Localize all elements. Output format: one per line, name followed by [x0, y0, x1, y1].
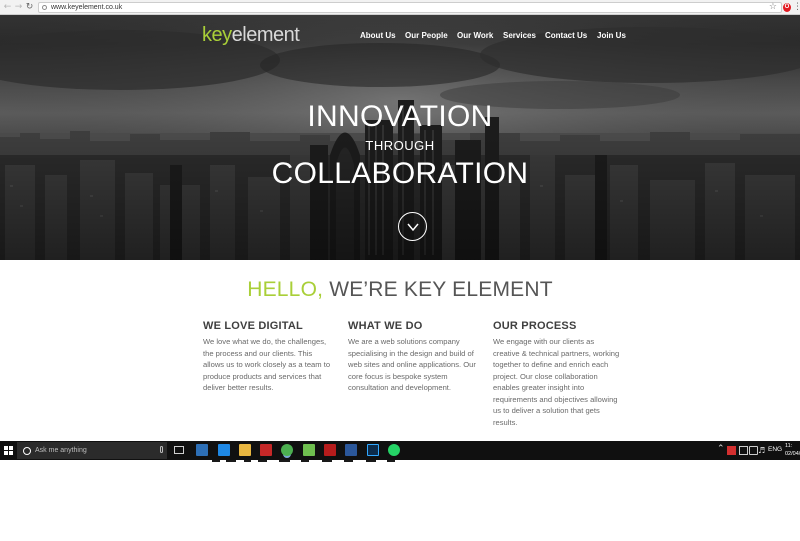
- intro-heading-tagline: WE’RE KEY ELEMENT: [329, 278, 553, 301]
- column-title: WHAT WE DO: [348, 320, 423, 332]
- windows-start-icon[interactable]: [4, 446, 13, 455]
- body-line: consultation and development.: [348, 383, 452, 392]
- cortana-search-box[interactable]: Ask me anything: [17, 442, 167, 459]
- site-header: keyelement About Us Our People Our Work …: [0, 15, 800, 55]
- tray-app-icon[interactable]: [739, 446, 748, 455]
- body-line: core focus is bespoke system: [348, 371, 448, 381]
- ghost-mark: [279, 460, 290, 462]
- body-line: web sites and online applications. Our: [348, 360, 476, 369]
- battery-icon[interactable]: [749, 446, 758, 455]
- nav-services[interactable]: Services: [503, 30, 536, 41]
- chevron-up-icon[interactable]: ⌃: [717, 444, 725, 454]
- ghost-mark: [226, 460, 236, 462]
- people-app-icon[interactable]: [196, 444, 208, 456]
- ghost-mark: [366, 460, 376, 462]
- ghost-mark: [212, 460, 220, 462]
- column-body: We love what we do, the challenges, the …: [203, 336, 333, 394]
- body-line: us to deliver a solution that gets: [493, 406, 600, 415]
- language-indicator[interactable]: ENG: [768, 446, 782, 453]
- ghost-mark: [344, 460, 353, 462]
- photoshop-icon[interactable]: [367, 444, 379, 456]
- menu-icon[interactable]: ⋮: [793, 2, 800, 13]
- opera-extension-icon[interactable]: O: [783, 3, 791, 12]
- logo-key-text: key: [202, 24, 232, 46]
- cortana-icon: [23, 446, 31, 455]
- intro-heading-hello: HELLO,: [247, 278, 324, 301]
- star-icon[interactable]: ☆: [769, 2, 777, 12]
- nav-our-work[interactable]: Our Work: [457, 30, 493, 41]
- notepad-icon[interactable]: [303, 444, 315, 456]
- blank-margin: [0, 460, 800, 541]
- body-line: project. Our close collaboration: [493, 371, 598, 381]
- body-line: We love what we do, the challenges,: [203, 337, 327, 346]
- nav-join-us[interactable]: Join Us: [597, 30, 626, 41]
- edge-icon[interactable]: [218, 444, 230, 456]
- ghost-mark: [244, 460, 251, 462]
- column-title: WE LOVE DIGITAL: [203, 320, 303, 332]
- nav-our-people[interactable]: Our People: [405, 30, 448, 41]
- body-line: enables greater insight into: [493, 383, 585, 392]
- file-explorer-icon[interactable]: [239, 444, 251, 456]
- column-body: We are a web solutions company specialis…: [348, 336, 478, 394]
- reload-icon[interactable]: ↻: [24, 1, 35, 14]
- site-logo[interactable]: keyelement: [202, 23, 300, 47]
- microphone-icon[interactable]: [160, 446, 163, 453]
- acrobat-icon[interactable]: [260, 444, 272, 456]
- system-clock[interactable]: 11: 02/04/: [785, 442, 800, 458]
- url-text[interactable]: www.keyelement.co.uk: [51, 3, 122, 12]
- body-line: together to define and enrich each: [493, 360, 609, 369]
- nav-about-us[interactable]: About Us: [360, 30, 396, 41]
- body-line: requirements and objectives allowing: [493, 394, 618, 404]
- column-we-love-digital: WE LOVE DIGITAL We love what we do, the …: [203, 319, 333, 394]
- column-body: We engage with our clients as creative &…: [493, 336, 623, 428]
- scroll-down-button[interactable]: [398, 212, 427, 241]
- logo-element-text: element: [231, 24, 300, 46]
- body-line: allows us to work closely as a team to: [203, 360, 331, 369]
- hero-banner: keyelement About Us Our People Our Work …: [0, 15, 800, 260]
- body-line: We are a web solutions company: [348, 337, 460, 346]
- ghost-mark: [258, 460, 267, 462]
- browser-toolbar: ← → ↻ www.keyelement.co.uk ☆ O ⋮: [0, 0, 800, 15]
- hero-headline-through: THROUGH: [365, 138, 435, 153]
- whatsapp-icon[interactable]: [388, 444, 400, 456]
- volume-icon[interactable]: ♬: [758, 446, 767, 455]
- search-input[interactable]: Ask me anything: [35, 447, 87, 454]
- forward-arrow-icon[interactable]: →: [13, 1, 24, 14]
- windows-taskbar: Ask me anything ⌃ ♬ ENG 11: 02/04/: [0, 441, 800, 460]
- address-bar[interactable]: www.keyelement.co.uk ☆: [38, 2, 782, 13]
- column-title: OUR PROCESS: [493, 320, 577, 332]
- column-what-we-do: WHAT WE DO We are a web solutions compan…: [348, 319, 478, 394]
- body-line: results.: [493, 417, 518, 427]
- body-line: creative & technical partners, working: [493, 348, 620, 358]
- hero-headline-innovation: INNOVATION: [307, 100, 493, 133]
- intro-section: HELLO, WE’RE KEY ELEMENT WE LOVE DIGITAL…: [0, 260, 800, 441]
- chrome-icon[interactable]: [281, 444, 293, 456]
- intro-heading: HELLO, WE’RE KEY ELEMENT: [0, 277, 800, 303]
- column-our-process: OUR PROCESS We engage with our clients a…: [493, 319, 623, 428]
- word-icon[interactable]: [345, 444, 357, 456]
- screenshot-root: ← → ↻ www.keyelement.co.uk ☆ O ⋮ keyelem…: [0, 0, 800, 541]
- body-line: the process and our clients. This: [203, 348, 313, 358]
- body-line: specialising in the design and build of: [348, 348, 474, 358]
- task-view-icon[interactable]: [174, 446, 184, 454]
- back-arrow-icon[interactable]: ←: [2, 1, 13, 14]
- body-line: We engage with our clients as: [493, 337, 595, 346]
- clock-time: 11:: [785, 443, 793, 449]
- filezilla-icon[interactable]: [324, 444, 336, 456]
- nav-contact-us[interactable]: Contact Us: [545, 30, 587, 41]
- body-line: deliver better results.: [203, 383, 274, 392]
- lock-icon: [42, 5, 47, 10]
- hero-headline-collaboration: COLLABORATION: [271, 157, 529, 190]
- ghost-mark: [387, 460, 395, 462]
- ghost-mark: [301, 460, 309, 462]
- ghost-mark: [322, 460, 332, 462]
- tray-app-icon[interactable]: [727, 446, 736, 455]
- body-line: produce products and services that: [203, 371, 322, 381]
- chevron-down-icon: [406, 223, 419, 231]
- clock-date: 02/04/: [785, 451, 800, 457]
